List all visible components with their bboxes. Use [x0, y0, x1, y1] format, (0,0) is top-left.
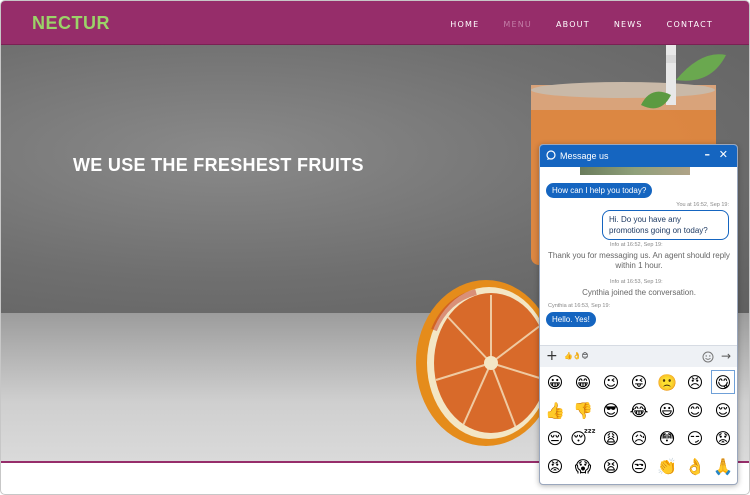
message-bubble: Hello. Yes!: [546, 312, 596, 327]
system-message: Cynthia joined the conversation.: [582, 288, 696, 297]
agent-photo-strip: [580, 167, 690, 175]
chat-bubble-icon: [546, 150, 556, 160]
emoji-option[interactable]: 😂: [625, 396, 653, 424]
site-logo[interactable]: NECTUR: [32, 13, 110, 34]
emoji-option[interactable]: 😏: [681, 424, 709, 452]
emoji-option[interactable]: 👌: [681, 452, 709, 480]
message-bubble: How can I help you today?: [546, 183, 653, 198]
nav-item-about[interactable]: ABOUT: [556, 20, 590, 29]
emoji-option[interactable]: 😱: [569, 452, 597, 480]
chat-widget: Message us – ✕ How can I help you today?…: [539, 144, 738, 485]
emoji-option[interactable]: 😀: [541, 368, 569, 396]
message-meta: Cynthia at 16:53, Sep 19:: [548, 303, 611, 309]
send-arrow-icon[interactable]: →: [721, 349, 731, 363]
attach-plus-icon[interactable]: +: [546, 348, 558, 364]
message-input[interactable]: 👍👌😊: [564, 352, 589, 360]
message-meta: You at 16:52, Sep 19:: [676, 202, 729, 208]
chat-messages[interactable]: How can I help you today? You at 16:52, …: [540, 167, 737, 345]
message-meta: Info at 16:53, Sep 19:: [610, 279, 663, 285]
nav-item-menu[interactable]: MENU: [503, 20, 532, 29]
hero-headline: WE USE THE FRESHEST FRUITS: [73, 155, 364, 175]
nav-item-home[interactable]: HOME: [450, 20, 479, 29]
emoji-option[interactable]: 😒: [625, 452, 653, 480]
minimize-icon[interactable]: –: [705, 148, 711, 161]
message-meta: Info at 16:52, Sep 19:: [610, 242, 663, 248]
chat-header: Message us – ✕: [540, 145, 737, 167]
emoji-option[interactable]: 😥: [625, 424, 653, 452]
emoji-option[interactable]: 😩: [597, 424, 625, 452]
emoji-option[interactable]: 😟: [709, 424, 737, 452]
emoji-option[interactable]: 👍: [541, 396, 569, 424]
browser-frame: NECTUR HOME MENU ABOUT NEWS CONTACT WE U…: [0, 0, 750, 495]
emoji-option[interactable]: 🙏: [709, 452, 737, 480]
top-nav: NECTUR HOME MENU ABOUT NEWS CONTACT: [1, 1, 749, 45]
chat-input-bar: + 👍👌😊 →: [540, 345, 737, 367]
emoji-picker-icon[interactable]: [702, 351, 714, 363]
emoji-option[interactable]: 😜: [625, 368, 653, 396]
nav-menu: HOME MENU ABOUT NEWS CONTACT: [450, 20, 713, 29]
emoji-option[interactable]: 😌: [709, 396, 737, 424]
emoji-option[interactable]: 😋: [709, 368, 737, 396]
emoji-option[interactable]: 😊: [681, 396, 709, 424]
emoji-option[interactable]: 😠: [681, 368, 709, 396]
emoji-option[interactable]: 😳: [653, 424, 681, 452]
emoji-option[interactable]: 👏: [653, 452, 681, 480]
emoji-option[interactable]: 🙁: [653, 368, 681, 396]
nav-item-news[interactable]: NEWS: [614, 20, 643, 29]
emoji-option[interactable]: 😴: [569, 424, 597, 452]
nav-item-contact[interactable]: CONTACT: [667, 20, 713, 29]
close-icon[interactable]: ✕: [719, 148, 728, 161]
chat-title: Message us: [560, 151, 609, 161]
emoji-option[interactable]: 😎: [597, 396, 625, 424]
emoji-option[interactable]: 😫: [597, 452, 625, 480]
emoji-option[interactable]: 😔: [541, 424, 569, 452]
message-bubble-user: Hi. Do you have any promotions going on …: [602, 210, 729, 240]
emoji-option[interactable]: 😡: [541, 452, 569, 480]
emoji-option[interactable]: 😉: [597, 368, 625, 396]
emoji-option[interactable]: 👎: [569, 396, 597, 424]
emoji-option[interactable]: 😁: [569, 368, 597, 396]
system-message: Thank you for messaging us. An agent sho…: [548, 251, 730, 270]
emoji-option[interactable]: 😃: [653, 396, 681, 424]
emoji-grid: 😀 😁 😉 😜 🙁 😠 😋 👍 👎 😎 😂 😃 😊 😌 😔 😴 😩 😥 😳 😏 😟 😡 😱 😫 😒 👏 👌 🙏: [540, 368, 737, 480]
